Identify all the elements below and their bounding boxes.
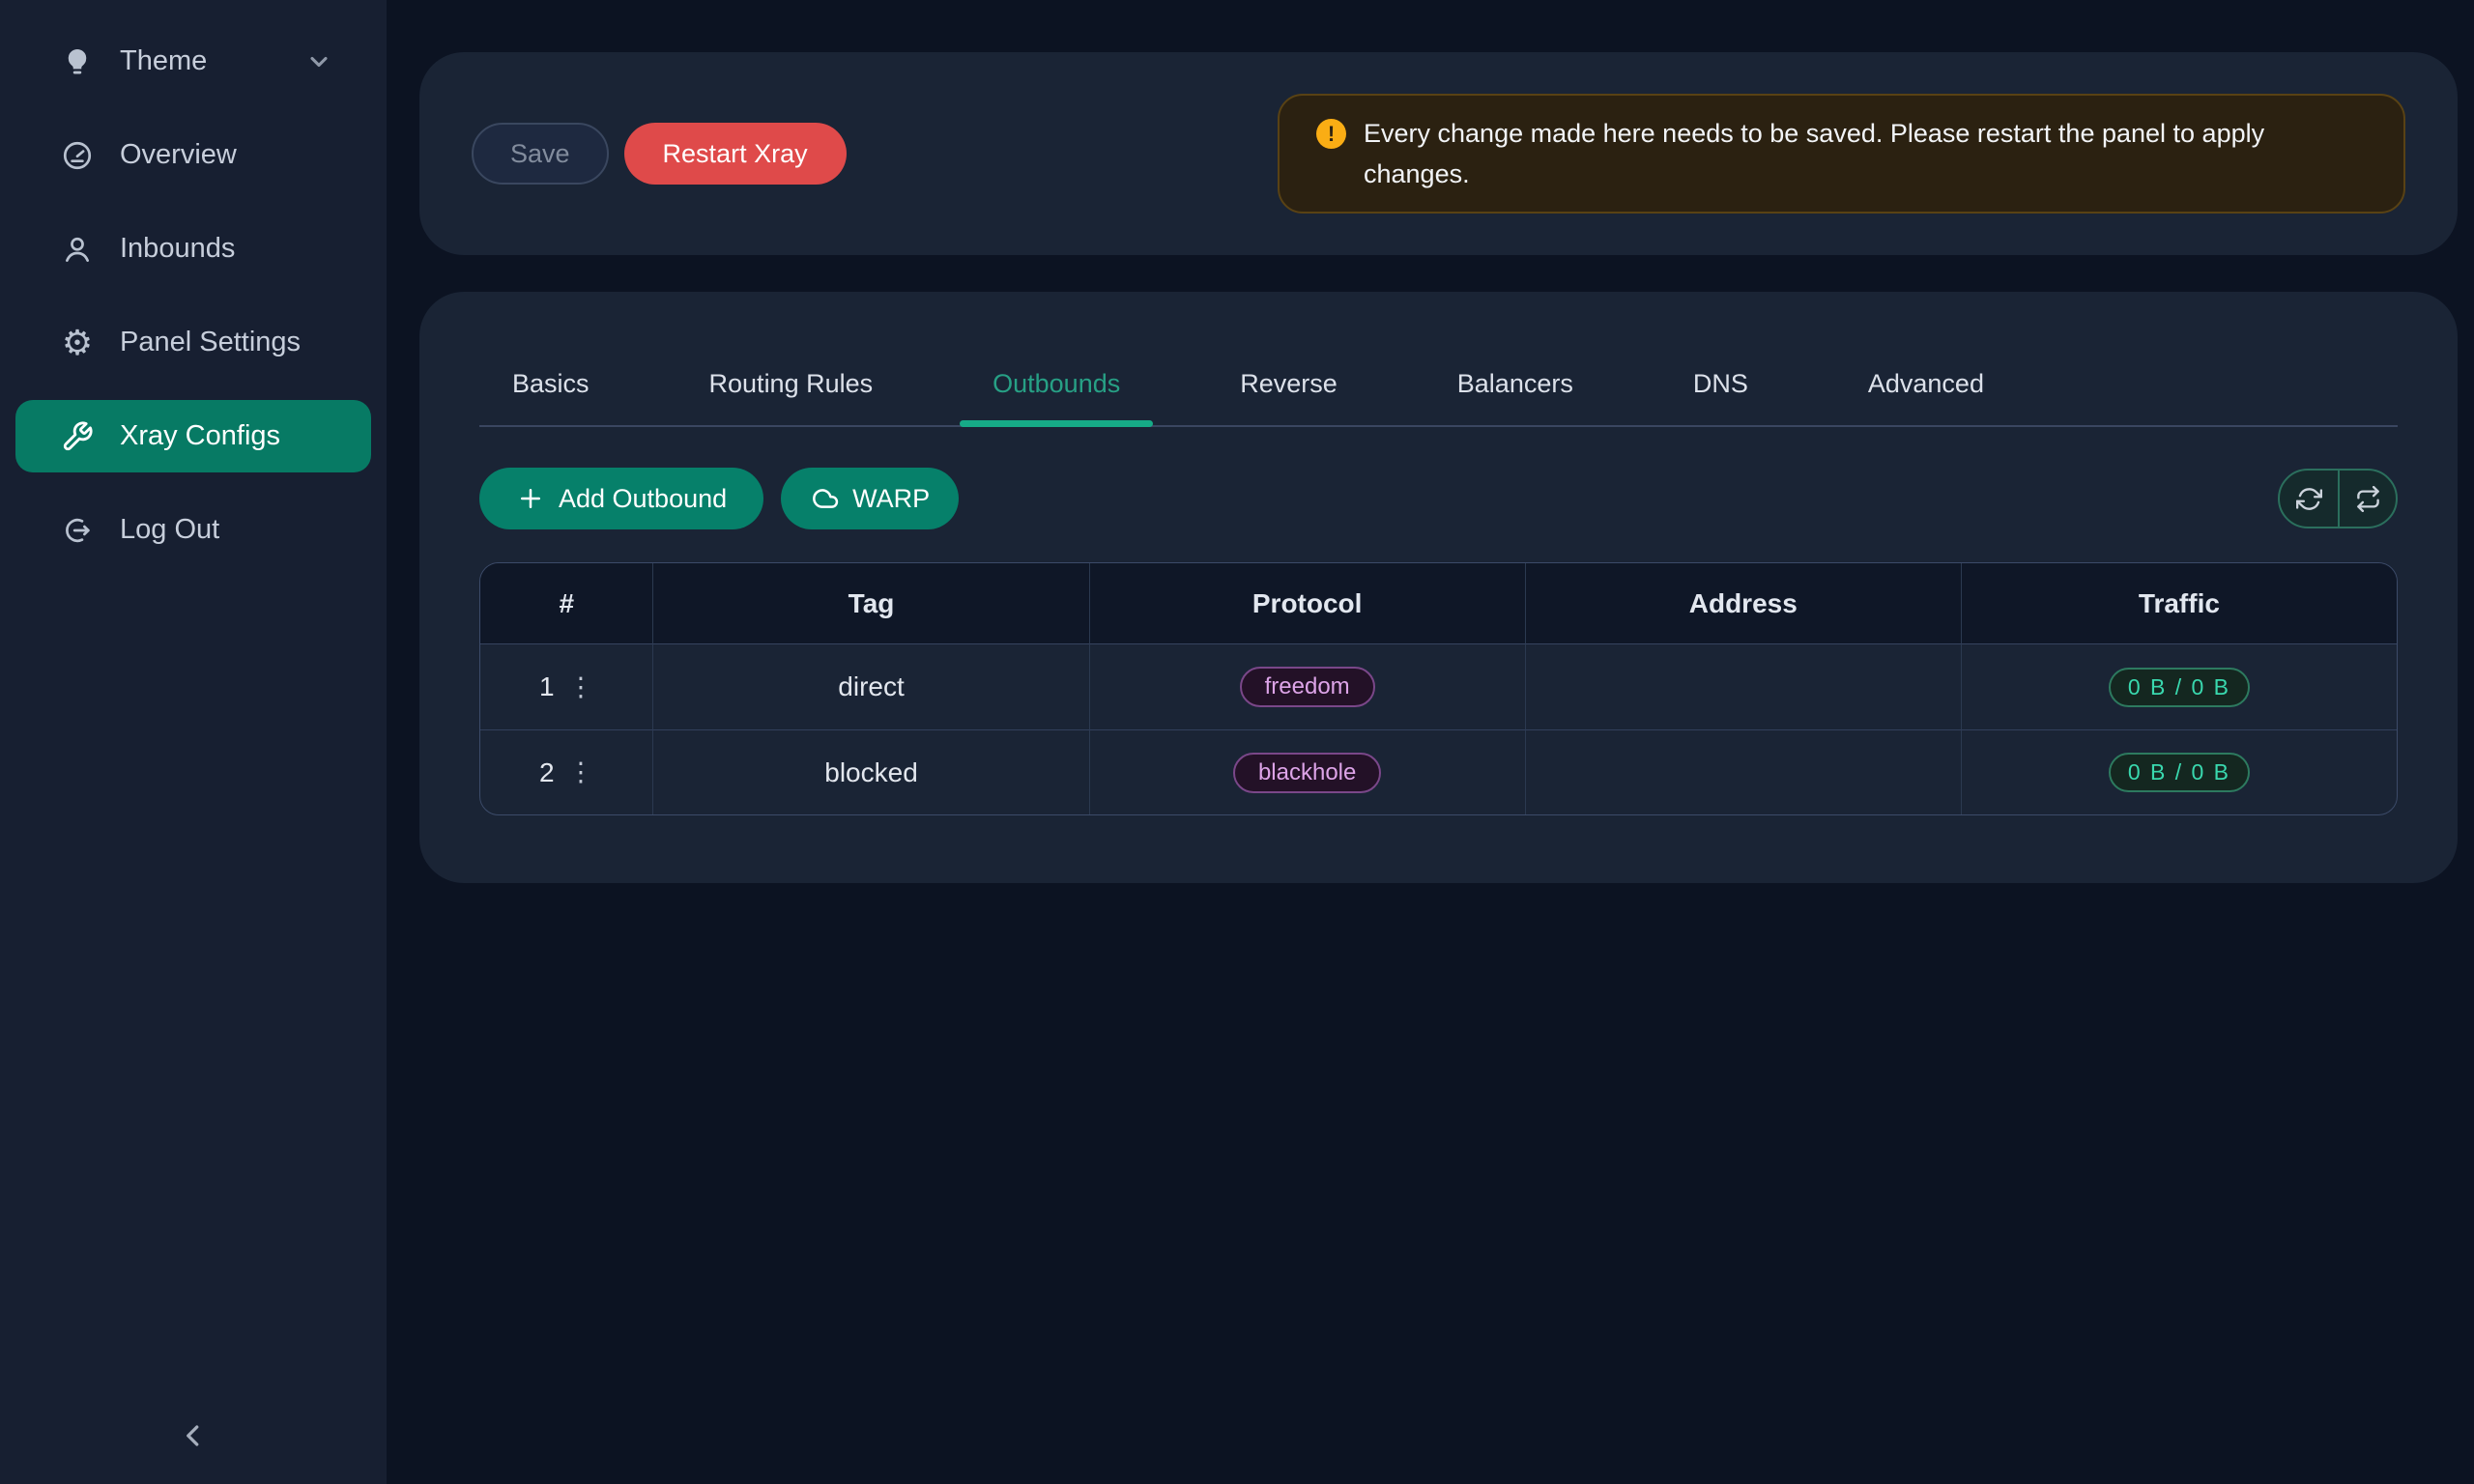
tab-outbounds[interactable]: Outbounds xyxy=(960,369,1153,425)
column-header-index: # xyxy=(480,563,652,644)
traffic-badge: 0 B / 0 B xyxy=(2109,668,2250,707)
tab-basics[interactable]: Basics xyxy=(479,369,622,425)
sidebar-item-inbounds[interactable]: Inbounds xyxy=(15,213,371,285)
logout-icon xyxy=(60,513,95,548)
sidebar-item-theme[interactable]: Theme xyxy=(15,25,371,98)
sidebar-item-label: Overview xyxy=(120,139,237,171)
save-button[interactable]: Save xyxy=(472,123,609,185)
protocol-cell: blackhole xyxy=(1089,729,1525,814)
tab-reverse[interactable]: Reverse xyxy=(1207,369,1370,425)
sidebar-item-label: Theme xyxy=(120,45,207,77)
sync-icon xyxy=(2296,486,2322,512)
add-outbound-label: Add Outbound xyxy=(559,484,727,514)
tab-routing-rules[interactable]: Routing Rules xyxy=(676,369,906,425)
warp-label: WARP xyxy=(852,484,930,514)
traffic-cell: 0 B / 0 B xyxy=(1961,644,2397,729)
outbounds-table: # Tag Protocol Address Traffic 1 xyxy=(479,562,2398,815)
repeat-button[interactable] xyxy=(2338,471,2396,527)
chevron-down-icon xyxy=(305,48,332,75)
sidebar: Theme Overview Inbounds ⚙ Panel Sett xyxy=(0,0,387,1484)
protocol-badge: freedom xyxy=(1240,667,1375,707)
warp-button[interactable]: WARP xyxy=(781,468,959,529)
column-header-traffic: Traffic xyxy=(1961,563,2397,644)
row-menu-button[interactable]: ⋮ xyxy=(568,674,594,700)
bulb-icon xyxy=(60,44,95,79)
address-cell xyxy=(1525,729,1961,814)
protocol-badge: blackhole xyxy=(1233,753,1381,793)
sidebar-item-label: Xray Configs xyxy=(120,420,280,452)
add-outbound-button[interactable]: Add Outbound xyxy=(479,468,763,529)
tab-balancers[interactable]: Balancers xyxy=(1424,369,1606,425)
gear-icon: ⚙ xyxy=(60,326,95,360)
table-row: 2 ⋮ blocked blackhole 0 B / 0 B xyxy=(480,729,2397,814)
sidebar-item-log-out[interactable]: Log Out xyxy=(15,494,371,566)
main-content: Save Restart Xray ! Every change made he… xyxy=(387,0,2474,1484)
traffic-cell: 0 B / 0 B xyxy=(1961,729,2397,814)
column-header-protocol: Protocol xyxy=(1089,563,1525,644)
wrench-icon xyxy=(60,419,95,454)
tab-bar: Basics Routing Rules Outbounds Reverse B… xyxy=(479,369,2398,427)
sidebar-item-label: Inbounds xyxy=(120,233,235,265)
sidebar-item-xray-configs[interactable]: Xray Configs xyxy=(15,400,371,472)
traffic-badge: 0 B / 0 B xyxy=(2109,753,2250,792)
plus-icon xyxy=(516,484,545,513)
dashboard-icon xyxy=(60,138,95,173)
row-index: 1 xyxy=(539,671,555,702)
tag-cell: direct xyxy=(652,644,1088,729)
table-row: 1 ⋮ direct freedom 0 B / 0 B xyxy=(480,644,2397,729)
toolbar-card: Save Restart Xray ! Every change made he… xyxy=(419,52,2458,255)
refresh-button-group xyxy=(2278,469,2398,528)
repeat-icon xyxy=(2355,486,2381,512)
table-header-row: # Tag Protocol Address Traffic xyxy=(480,563,2397,644)
column-header-tag: Tag xyxy=(652,563,1088,644)
warning-icon: ! xyxy=(1316,119,1346,149)
restart-xray-button[interactable]: Restart Xray xyxy=(624,123,847,185)
cloud-icon xyxy=(810,484,839,513)
column-header-address: Address xyxy=(1525,563,1961,644)
warning-alert: ! Every change made here needs to be sav… xyxy=(1278,94,2405,214)
sidebar-item-label: Log Out xyxy=(120,514,219,546)
protocol-cell: freedom xyxy=(1089,644,1525,729)
index-cell: 2 ⋮ xyxy=(480,729,652,814)
address-cell xyxy=(1525,644,1961,729)
app-root: Theme Overview Inbounds ⚙ Panel Sett xyxy=(0,0,2474,1484)
row-index: 2 xyxy=(539,757,555,788)
index-cell: 1 ⋮ xyxy=(480,644,652,729)
row-menu-button[interactable]: ⋮ xyxy=(568,759,594,785)
actions-row: Add Outbound WARP xyxy=(479,468,2398,529)
sidebar-item-label: Panel Settings xyxy=(120,327,301,358)
reload-button[interactable] xyxy=(2280,471,2338,527)
tab-dns[interactable]: DNS xyxy=(1660,369,1781,425)
warning-alert-text: Every change made here needs to be saved… xyxy=(1364,113,2357,194)
sidebar-collapse-button[interactable] xyxy=(164,1407,222,1465)
user-icon xyxy=(60,232,95,267)
sidebar-nav: Theme Overview Inbounds ⚙ Panel Sett xyxy=(0,25,387,566)
xray-configs-card: Basics Routing Rules Outbounds Reverse B… xyxy=(419,292,2458,883)
sidebar-item-overview[interactable]: Overview xyxy=(15,119,371,191)
sidebar-item-panel-settings[interactable]: ⚙ Panel Settings xyxy=(15,306,371,379)
tab-advanced[interactable]: Advanced xyxy=(1835,369,2017,425)
tag-cell: blocked xyxy=(652,729,1088,814)
chevron-left-icon xyxy=(176,1418,211,1453)
